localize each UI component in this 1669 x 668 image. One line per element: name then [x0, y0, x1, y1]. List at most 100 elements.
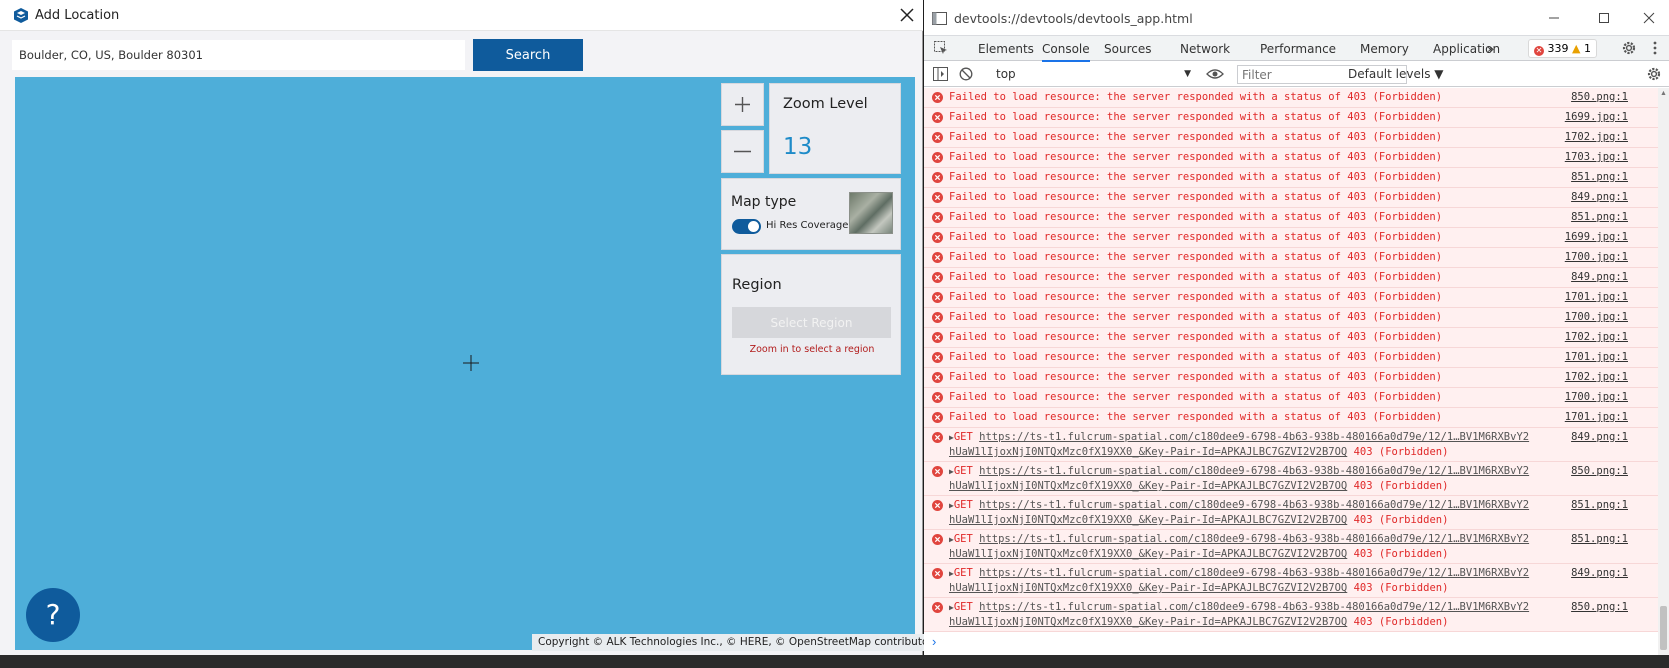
console-network-error-row[interactable]: ▶GET https://ts-t1.fulcrum-spatial.com/c…	[924, 598, 1658, 632]
error-message: Failed to load resource: the server resp…	[949, 411, 1443, 423]
error-source-link[interactable]: 851.png:1	[1571, 171, 1628, 183]
request-url-link[interactable]: https://ts-t1.fulcrum-spatial.com/c180de…	[979, 533, 1529, 545]
console-error-row: Failed to load resource: the server resp…	[924, 388, 1658, 408]
close-icon[interactable]	[1639, 8, 1659, 28]
console-error-row: Failed to load resource: the server resp…	[924, 368, 1658, 388]
console-network-error-row[interactable]: ▶GET https://ts-t1.fulcrum-spatial.com/c…	[924, 564, 1658, 598]
error-source-link[interactable]: 849.png:1	[1571, 271, 1628, 283]
search-button[interactable]: Search	[473, 39, 583, 71]
more-tabs-button[interactable]: »	[1487, 42, 1494, 56]
error-source-link[interactable]: 849.png:1	[1571, 431, 1628, 443]
console-network-error-row[interactable]: ▶GET https://ts-t1.fulcrum-spatial.com/c…	[924, 462, 1658, 496]
error-source-link[interactable]: 1701.jpg:1	[1565, 411, 1628, 423]
gear-icon[interactable]	[1646, 66, 1662, 82]
add-location-window: Add Location Search Zoom Level 13 Map ty…	[0, 0, 945, 668]
error-source-link[interactable]: 851.png:1	[1571, 499, 1628, 511]
error-source-link[interactable]: 1701.jpg:1	[1565, 351, 1628, 363]
error-source-link[interactable]: 1700.jpg:1	[1565, 391, 1628, 403]
error-source-link[interactable]: 849.png:1	[1571, 191, 1628, 203]
console-sidebar-icon[interactable]	[933, 67, 948, 81]
error-message: Failed to load resource: the server resp…	[949, 311, 1443, 323]
network-error-line: ▶GET https://ts-t1.fulcrum-spatial.com/c…	[949, 431, 1529, 443]
devtools-tabs: Elements Console Sources Network Perform…	[924, 35, 1669, 62]
request-url-link[interactable]: https://ts-t1.fulcrum-spatial.com/c180de…	[979, 465, 1529, 477]
scrollbar-thumb[interactable]	[1660, 606, 1667, 650]
error-source-link[interactable]: 1699.jpg:1	[1565, 231, 1628, 243]
tab-performance[interactable]: Performance	[1260, 42, 1336, 56]
network-error-line: ▶GET https://ts-t1.fulcrum-spatial.com/c…	[949, 465, 1529, 477]
plus-icon	[735, 97, 750, 112]
request-url-link[interactable]: https://ts-t1.fulcrum-spatial.com/c180de…	[979, 601, 1529, 613]
tab-memory[interactable]: Memory	[1360, 42, 1409, 56]
zoom-level-value: 13	[783, 134, 813, 160]
error-source-link[interactable]: 1700.jpg:1	[1565, 251, 1628, 263]
inspect-element-icon[interactable]	[933, 40, 949, 56]
request-url-link[interactable]: https://ts-t1.fulcrum-spatial.com/c180de…	[979, 567, 1529, 579]
error-icon	[932, 500, 943, 511]
network-error-line-cont: hUaW1lIjoxNjI0NTQxMzc0fX19XX0_&Key-Pair-…	[949, 446, 1448, 458]
network-error-line: ▶GET https://ts-t1.fulcrum-spatial.com/c…	[949, 533, 1529, 545]
tab-elements[interactable]: Elements	[978, 42, 1034, 56]
location-search-input[interactable]	[12, 40, 465, 70]
console-error-row: Failed to load resource: the server resp…	[924, 228, 1658, 248]
error-source-link[interactable]: 1700.jpg:1	[1565, 311, 1628, 323]
tab-sources[interactable]: Sources	[1104, 42, 1151, 56]
error-source-link[interactable]: 1702.jpg:1	[1565, 131, 1628, 143]
error-message: Failed to load resource: the server resp…	[949, 291, 1443, 303]
console-prompt[interactable]: ›	[924, 631, 1658, 655]
error-message: Failed to load resource: the server resp…	[949, 331, 1443, 343]
error-message: Failed to load resource: the server resp…	[949, 371, 1443, 383]
tab-network[interactable]: Network	[1180, 42, 1230, 56]
tab-console[interactable]: Console	[1042, 42, 1090, 62]
error-source-link[interactable]: 851.png:1	[1571, 533, 1628, 545]
zoom-in-button[interactable]	[721, 83, 764, 126]
zoom-out-button[interactable]	[721, 130, 764, 173]
request-url-cont[interactable]: hUaW1lIjoxNjI0NTQxMzc0fX19XX0_&Key-Pair-…	[949, 446, 1347, 458]
request-url-link[interactable]: https://ts-t1.fulcrum-spatial.com/c180de…	[979, 499, 1529, 511]
error-icon	[932, 332, 943, 343]
request-status: 403 (Forbidden)	[1353, 446, 1449, 458]
error-icon	[932, 602, 943, 613]
error-source-link[interactable]: 1702.jpg:1	[1565, 331, 1628, 343]
console-error-row: Failed to load resource: the server resp…	[924, 348, 1658, 368]
clear-console-icon[interactable]	[959, 67, 973, 81]
console-network-error-row[interactable]: ▶GET https://ts-t1.fulcrum-spatial.com/c…	[924, 428, 1658, 462]
console-scrollbar[interactable]: ▲	[1658, 88, 1669, 655]
error-source-link[interactable]: 849.png:1	[1571, 567, 1628, 579]
log-levels-select[interactable]: Default levels ▼	[1348, 65, 1444, 84]
request-url-cont[interactable]: hUaW1lIjoxNjI0NTQxMzc0fX19XX0_&Key-Pair-…	[949, 548, 1347, 560]
issues-counter[interactable]: ✕ 339 ▲ 1	[1528, 39, 1597, 58]
hi-res-coverage-toggle[interactable]	[732, 219, 761, 234]
eye-icon[interactable]	[1206, 67, 1224, 81]
devtools-title: devtools://devtools/devtools_app.html	[954, 11, 1193, 26]
kebab-menu-icon[interactable]	[1652, 40, 1658, 56]
error-source-link[interactable]: 850.png:1	[1571, 601, 1628, 613]
error-source-link[interactable]: 1702.jpg:1	[1565, 371, 1628, 383]
request-url-cont[interactable]: hUaW1lIjoxNjI0NTQxMzc0fX19XX0_&Key-Pair-…	[949, 616, 1347, 628]
error-source-link[interactable]: 1701.jpg:1	[1565, 291, 1628, 303]
error-icon	[932, 152, 943, 163]
request-url-cont[interactable]: hUaW1lIjoxNjI0NTQxMzc0fX19XX0_&Key-Pair-…	[949, 582, 1347, 594]
error-source-link[interactable]: 851.png:1	[1571, 211, 1628, 223]
console-network-error-row[interactable]: ▶GET https://ts-t1.fulcrum-spatial.com/c…	[924, 496, 1658, 530]
maximize-icon[interactable]	[1594, 8, 1614, 28]
error-source-link[interactable]: 850.png:1	[1571, 465, 1628, 477]
request-url-link[interactable]: https://ts-t1.fulcrum-spatial.com/c180de…	[979, 431, 1529, 443]
scroll-up-icon[interactable]: ▲	[1660, 90, 1667, 97]
minimize-icon[interactable]	[1544, 8, 1564, 28]
help-button[interactable]: ?	[26, 588, 80, 642]
close-icon[interactable]	[896, 4, 918, 26]
request-url-cont[interactable]: hUaW1lIjoxNjI0NTQxMzc0fX19XX0_&Key-Pair-…	[949, 514, 1347, 526]
request-url-cont[interactable]: hUaW1lIjoxNjI0NTQxMzc0fX19XX0_&Key-Pair-…	[949, 480, 1347, 492]
network-error-line-cont: hUaW1lIjoxNjI0NTQxMzc0fX19XX0_&Key-Pair-…	[949, 548, 1448, 560]
satellite-thumbnail[interactable]	[849, 192, 893, 234]
error-source-link[interactable]: 1699.jpg:1	[1565, 111, 1628, 123]
network-error-line-cont: hUaW1lIjoxNjI0NTQxMzc0fX19XX0_&Key-Pair-…	[949, 582, 1448, 594]
error-source-link[interactable]: 850.png:1	[1571, 91, 1628, 103]
select-region-button[interactable]: Select Region	[732, 307, 891, 338]
gear-icon[interactable]	[1621, 40, 1637, 56]
console-messages: Failed to load resource: the server resp…	[924, 88, 1658, 633]
error-source-link[interactable]: 1703.jpg:1	[1565, 151, 1628, 163]
console-network-error-row[interactable]: ▶GET https://ts-t1.fulcrum-spatial.com/c…	[924, 530, 1658, 564]
context-selector[interactable]: top ▼	[992, 65, 1195, 84]
